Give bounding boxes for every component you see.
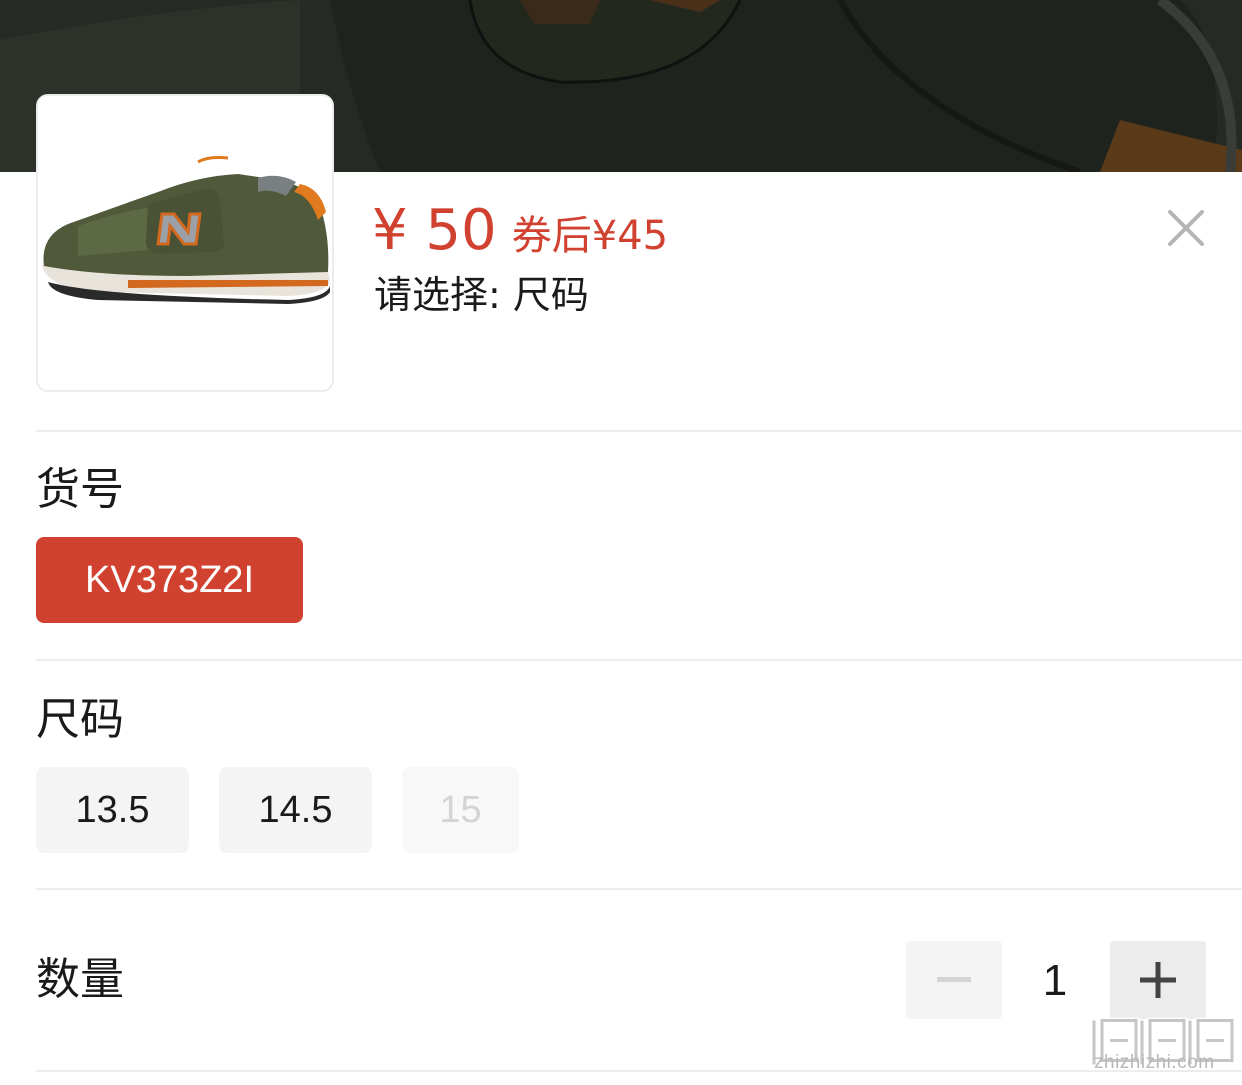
- size-option-14-5[interactable]: 14.5: [219, 767, 372, 853]
- quantity-value: 1: [1042, 956, 1068, 1005]
- size-title: 尺码: [36, 694, 124, 745]
- divider: [36, 888, 1242, 890]
- close-icon: [1168, 210, 1204, 246]
- divider: [36, 659, 1242, 661]
- article-option-kv373z2i[interactable]: KV373Z2I: [36, 537, 303, 623]
- minus-icon: [937, 977, 971, 982]
- close-button[interactable]: [1164, 206, 1208, 250]
- divider: [36, 1070, 1242, 1072]
- sneaker-image: [38, 96, 332, 390]
- select-prompt: 请选择: 尺码: [374, 273, 589, 317]
- size-option-label: 13.5: [75, 788, 150, 831]
- price: ¥ 50: [372, 198, 497, 263]
- plus-icon: [1140, 962, 1176, 998]
- divider: [36, 430, 1242, 432]
- size-option-label: 15: [439, 788, 482, 831]
- size-option-label: 14.5: [258, 788, 333, 831]
- size-option-13-5[interactable]: 13.5: [36, 767, 189, 853]
- product-thumbnail: [36, 94, 334, 392]
- quantity-title: 数量: [36, 954, 124, 1005]
- article-option-label: KV373Z2I: [85, 558, 254, 601]
- article-number-title: 货号: [36, 464, 124, 515]
- quantity-decrease-button[interactable]: [906, 941, 1002, 1019]
- coupon-price: 券后¥45: [511, 213, 669, 259]
- price-row: ¥ 50 券后¥45: [372, 196, 668, 266]
- watermark-text: zhizhizhi.com: [1094, 1052, 1215, 1073]
- size-option-15: 15: [402, 767, 519, 853]
